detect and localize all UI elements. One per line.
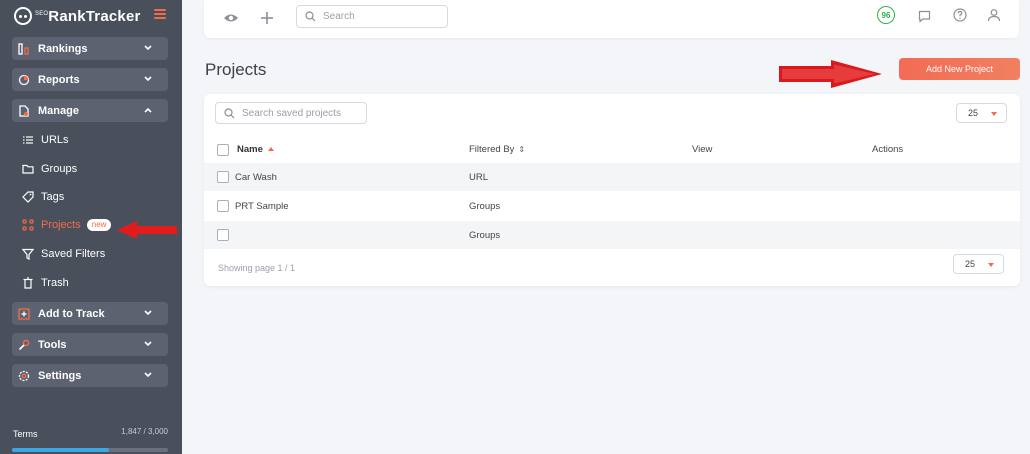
sidebar-group-tools[interactable]: Tools xyxy=(12,333,168,356)
row-checkbox[interactable] xyxy=(217,171,229,183)
eye-icon[interactable] xyxy=(222,9,240,27)
table-row[interactable]: Groups xyxy=(204,221,1020,249)
sidebar-group-label: Add to Track xyxy=(38,307,105,320)
select-all-checkbox[interactable] xyxy=(217,144,229,156)
add-square-icon xyxy=(18,307,30,320)
project-name[interactable]: Car Wash xyxy=(235,172,277,183)
help-icon[interactable] xyxy=(951,6,969,24)
list-icon xyxy=(22,134,34,146)
sidebar-item-label: Tags xyxy=(41,191,65,203)
annotation-arrow-right-icon xyxy=(779,60,882,88)
sidebar-group-reports[interactable]: Reports xyxy=(12,68,168,91)
column-header-view: View xyxy=(692,144,713,155)
terms-label: Terms xyxy=(13,429,38,439)
new-badge: new xyxy=(86,219,112,231)
sidebar-item-groups[interactable]: Groups xyxy=(22,160,77,178)
search-icon xyxy=(305,11,316,22)
sidebar-item-label: Saved Filters xyxy=(41,248,106,260)
sidebar-group-manage[interactable]: Manage xyxy=(12,99,168,122)
top-search-input[interactable] xyxy=(296,5,448,28)
sidebar-item-trash[interactable]: Trash xyxy=(22,274,69,292)
column-header-filtered-by[interactable]: Filtered By ⇕ xyxy=(469,144,525,155)
sidebar-item-urls[interactable]: URLs xyxy=(22,131,69,149)
sort-ascending-icon xyxy=(267,147,274,152)
sidebar-group-settings[interactable]: Settings xyxy=(12,364,168,387)
terms-count: 1,847 / 3,000 xyxy=(121,427,168,436)
row-checkbox[interactable] xyxy=(217,229,229,241)
terms-progress-fill xyxy=(12,448,109,452)
sidebar-group-label: Tools xyxy=(38,338,67,351)
sidebar-item-tags[interactable]: Tags xyxy=(22,188,64,206)
trash-icon xyxy=(22,277,34,289)
top-search-field[interactable] xyxy=(323,11,433,22)
per-page-select-top[interactable]: 25 xyxy=(956,103,1007,123)
filter-icon xyxy=(22,248,34,260)
sidebar-group-label: Reports xyxy=(38,73,80,86)
per-page-value: 25 xyxy=(965,259,976,269)
chevron-up-icon xyxy=(144,107,152,113)
sidebar-item-label: Groups xyxy=(41,163,78,175)
tag-icon xyxy=(22,191,34,203)
search-icon xyxy=(224,107,235,118)
saved-projects-search-field[interactable] xyxy=(242,107,352,119)
sidebar-item-label: URLs xyxy=(41,134,69,146)
annotation-arrow-left-icon xyxy=(117,221,177,239)
sidebar-group-rankings[interactable]: Rankings xyxy=(12,37,168,60)
caret-down-icon xyxy=(988,263,994,267)
saved-projects-search[interactable] xyxy=(215,102,367,124)
score-badge[interactable]: 96 xyxy=(877,6,895,24)
project-name[interactable]: PRT Sample xyxy=(235,201,289,212)
logo[interactable]: SEORankTracker xyxy=(14,5,170,27)
sidebar-item-projects[interactable]: Projects new xyxy=(22,216,112,234)
pagination-info: Showing page 1 / 1 xyxy=(218,263,296,273)
chevron-down-icon xyxy=(144,76,152,82)
chevron-down-icon xyxy=(144,372,152,378)
hamburger-menu-icon[interactable] xyxy=(154,9,166,19)
logo-prefix: SEO xyxy=(35,10,49,17)
column-header-name[interactable]: Name xyxy=(237,144,274,155)
page-title: Projects xyxy=(205,60,267,79)
caret-down-icon xyxy=(991,112,997,116)
project-filtered-by: URL xyxy=(469,172,489,183)
user-icon[interactable] xyxy=(985,6,1003,24)
sidebar-group-label: Settings xyxy=(38,369,82,382)
comment-icon[interactable] xyxy=(915,7,933,25)
per-page-value: 25 xyxy=(968,108,979,118)
project-filtered-by: Groups xyxy=(469,201,501,212)
plus-icon[interactable] xyxy=(258,9,276,27)
sidebar-item-label: Projects xyxy=(41,219,81,231)
folder-icon xyxy=(22,163,34,175)
logo-text: RankTracker xyxy=(48,7,141,25)
projects-card: 25 Name Filtered By⇕ View Actions Car Wa… xyxy=(204,94,1020,286)
column-header-actions: Actions xyxy=(872,144,904,155)
chevron-down-icon xyxy=(144,341,152,347)
chevron-down-icon xyxy=(144,310,152,316)
projects-icon xyxy=(22,219,34,231)
manage-file-icon xyxy=(18,104,30,117)
wrench-icon xyxy=(18,339,30,351)
row-checkbox[interactable] xyxy=(217,200,229,212)
terms-progress-bar xyxy=(12,448,168,452)
sidebar-group-label: Rankings xyxy=(38,42,88,55)
top-bar: 96 xyxy=(204,0,1019,38)
reports-pie-icon xyxy=(18,74,30,86)
project-filtered-by: Groups xyxy=(469,230,501,241)
per-page-select-bottom[interactable]: 25 xyxy=(953,254,1004,274)
rankings-icon xyxy=(18,42,30,55)
sidebar-group-add-to-track[interactable]: Add to Track xyxy=(12,302,168,325)
table-row[interactable]: PRT Sample Groups xyxy=(204,192,1020,220)
chevron-down-icon xyxy=(144,45,152,51)
logo-mark-icon xyxy=(14,7,32,25)
sidebar-group-label: Manage xyxy=(38,104,79,117)
table-row[interactable]: Car Wash URL xyxy=(204,163,1020,191)
sidebar-item-label: Trash xyxy=(41,277,69,289)
table-header: Name Filtered By ⇕ View Actions xyxy=(204,140,1020,160)
sidebar-item-saved-filters[interactable]: Saved Filters xyxy=(22,245,105,263)
add-new-project-button[interactable]: Add New Project xyxy=(899,58,1020,80)
sort-icon: ⇕ xyxy=(518,145,526,154)
gear-icon xyxy=(18,370,30,382)
